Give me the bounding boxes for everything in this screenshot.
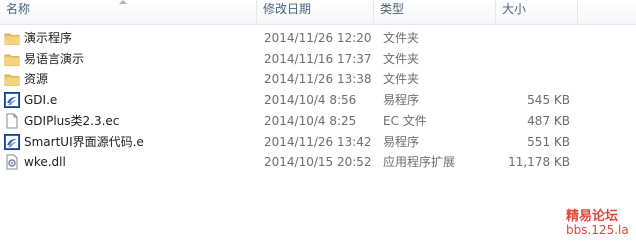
file-row[interactable]: GDIPlus类2.3.ec 2014/10/4 8:25 EC 文件 487 KB <box>0 111 580 131</box>
file-name: GDIPlus类2.3.ec <box>24 113 120 128</box>
file-row[interactable]: 演示程序 2014/11/26 12:20 文件夹 <box>0 28 580 48</box>
file-size: 545 KB <box>527 93 570 108</box>
column-header-bar: 名称 修改日期 类型 大小 <box>0 0 636 25</box>
file-row[interactable]: 资源 2014/11/26 13:38 文件夹 <box>0 69 580 89</box>
file-type: EC 文件 <box>383 113 427 128</box>
file-name: wke.dll <box>24 155 66 170</box>
file-type: 易程序 <box>383 134 420 149</box>
column-header-size-label: 大小 <box>502 2 527 16</box>
gear-file-icon <box>4 154 20 170</box>
file-row[interactable]: GDI.e 2014/10/4 8:56 易程序 545 KB <box>0 90 580 110</box>
file-date: 2014/10/4 8:56 <box>264 93 357 108</box>
column-header-date-label: 修改日期 <box>263 2 312 16</box>
file-name: GDI.e <box>24 93 58 108</box>
file-type: 易程序 <box>383 93 420 108</box>
file-type: 文件夹 <box>383 31 420 45</box>
file-row[interactable]: wke.dll 2014/10/15 20:52 应用程序扩展 11,178 KB <box>0 152 580 172</box>
e-program-icon <box>4 92 20 109</box>
file-date: 2014/11/16 17:37 <box>264 51 372 66</box>
file-row[interactable]: 易语言演示 2014/11/16 17:37 文件夹 <box>0 49 580 69</box>
column-header-name-label: 名称 <box>6 2 31 16</box>
file-row[interactable]: SmartUI界面源代码.e 2014/11/26 13:42 易程序 551 KB <box>0 132 580 152</box>
file-name: 资源 <box>24 72 49 87</box>
column-header-name[interactable]: 名称 <box>0 0 257 24</box>
file-size: 551 KB <box>527 134 570 149</box>
file-type: 应用程序扩展 <box>383 155 456 170</box>
column-header-date[interactable]: 修改日期 <box>257 0 374 24</box>
folder-icon <box>4 71 20 87</box>
file-size: 487 KB <box>527 113 570 128</box>
file-type: 文件夹 <box>383 51 420 66</box>
sort-arrow-icon <box>119 0 127 4</box>
watermark-url: bbs.125.la <box>566 223 629 237</box>
watermark-title: 精易论坛 <box>566 209 619 224</box>
e-program-icon <box>4 133 20 150</box>
file-date: 2014/10/15 20:52 <box>264 155 372 170</box>
file-date: 2014/11/26 12:20 <box>264 31 372 45</box>
file-type: 文件夹 <box>383 72 420 87</box>
file-name: 易语言演示 <box>24 51 85 66</box>
file-size: 11,178 KB <box>508 155 570 170</box>
column-header-size[interactable]: 大小 <box>496 0 578 24</box>
file-date: 2014/10/4 8:25 <box>264 113 357 128</box>
file-date: 2014/11/26 13:42 <box>264 134 372 149</box>
file-name: 演示程序 <box>24 31 73 45</box>
file-date: 2014/11/26 13:38 <box>264 72 372 87</box>
column-header-type[interactable]: 类型 <box>374 0 496 24</box>
column-header-type-label: 类型 <box>380 2 405 16</box>
document-icon <box>4 113 20 129</box>
file-name: SmartUI界面源代码.e <box>24 134 144 149</box>
folder-icon <box>4 30 20 46</box>
folder-icon <box>4 51 20 67</box>
